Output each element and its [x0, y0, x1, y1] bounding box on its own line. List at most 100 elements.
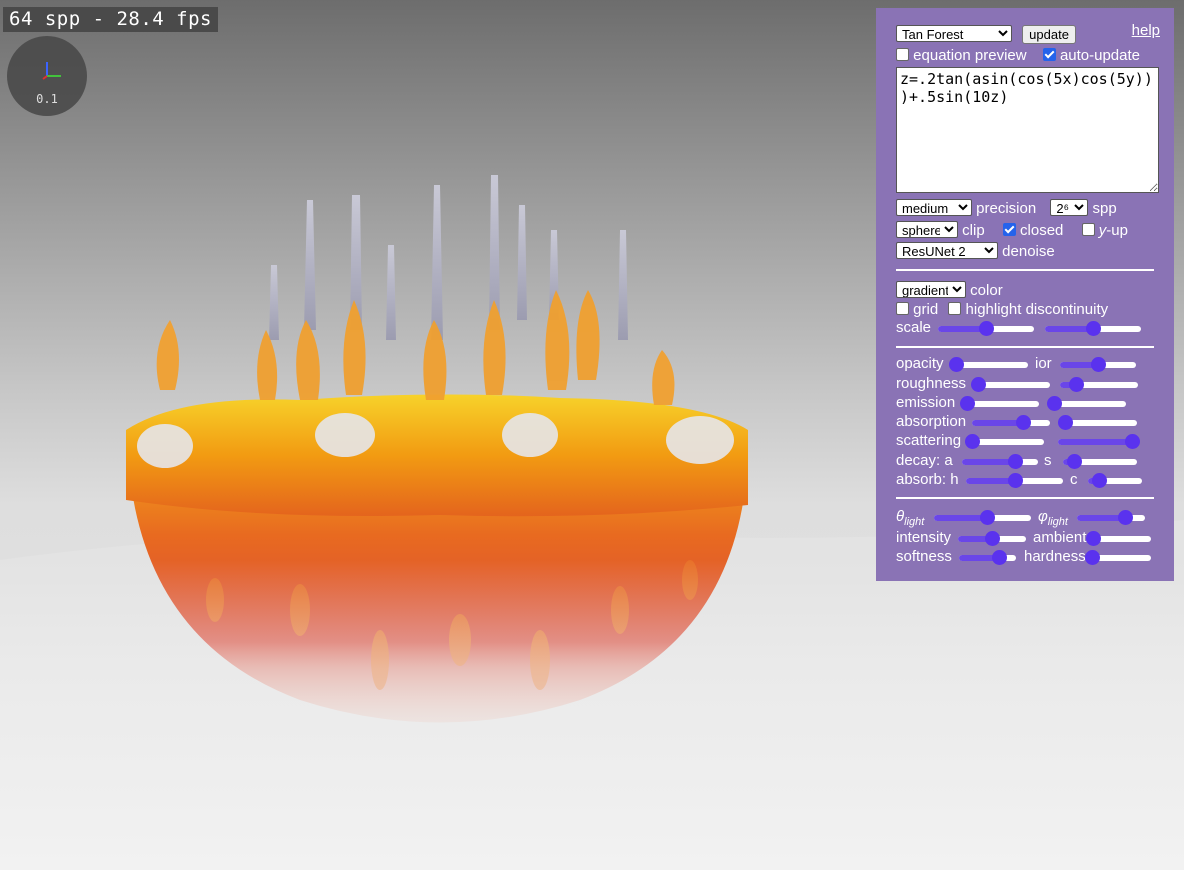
- absorption-slider-2[interactable]: [1058, 415, 1137, 430]
- slider-knob[interactable]: [1085, 550, 1100, 565]
- slider-knob[interactable]: [980, 510, 996, 525]
- absorb-c-label: c: [1070, 471, 1078, 488]
- update-button[interactable]: update: [1022, 25, 1076, 44]
- roughness-label: roughness: [896, 375, 967, 392]
- slider-knob[interactable]: [1058, 415, 1073, 430]
- absorption-slider[interactable]: [972, 415, 1050, 430]
- slider-knob[interactable]: [979, 321, 994, 336]
- slider-knob[interactable]: [1125, 434, 1140, 449]
- ambient-label: ambient: [1033, 529, 1087, 546]
- closed-label: closed: [1020, 222, 1064, 239]
- emission-slider[interactable]: [960, 396, 1039, 411]
- spp-label: spp: [1092, 200, 1117, 217]
- softness-slider[interactable]: [959, 550, 1016, 565]
- slider-knob[interactable]: [985, 531, 1000, 546]
- slider-knob[interactable]: [1047, 396, 1062, 411]
- slider-knob[interactable]: [965, 434, 980, 449]
- auto-update-checkbox[interactable]: [1042, 48, 1056, 61]
- slider-knob[interactable]: [971, 377, 986, 392]
- scattering-label: scattering: [896, 432, 962, 449]
- slider-fill: [934, 515, 988, 521]
- decay-s-slider[interactable]: [1063, 454, 1137, 469]
- roughness-slider-2[interactable]: [1060, 377, 1138, 392]
- theta-light-slider[interactable]: [934, 510, 1031, 525]
- help-link[interactable]: help: [1132, 22, 1160, 39]
- clip-row: sphere clip closed y-up: [896, 221, 1128, 239]
- slider-knob[interactable]: [1068, 377, 1084, 392]
- hardness-slider[interactable]: [1085, 550, 1151, 565]
- slider-fill: [1058, 439, 1132, 445]
- divider: [896, 269, 1154, 271]
- slider-knob[interactable]: [1091, 473, 1107, 488]
- divider: [896, 346, 1154, 348]
- theta-light-label: θlight: [896, 508, 925, 528]
- equation-input[interactable]: [896, 67, 1159, 193]
- slider-knob[interactable]: [949, 357, 964, 372]
- slider-knob[interactable]: [1086, 321, 1101, 336]
- slider-knob[interactable]: [1086, 531, 1101, 546]
- emission-label: emission: [896, 394, 956, 411]
- slider-knob[interactable]: [1091, 357, 1106, 372]
- color-label: color: [970, 282, 1003, 299]
- spp-select[interactable]: 2⁶: [1050, 199, 1089, 216]
- axes-scale-label: 0.1: [36, 92, 58, 106]
- softness-label: softness: [896, 548, 952, 565]
- preset-select[interactable]: Tan Forest: [896, 25, 1012, 42]
- roughness-slider[interactable]: [971, 377, 1050, 392]
- fps-counter: 64 spp - 28.4 fps: [3, 7, 218, 32]
- slider-knob[interactable]: [1015, 415, 1031, 430]
- slider-knob[interactable]: [1067, 454, 1083, 469]
- denoise-label: denoise: [1002, 243, 1055, 260]
- precision-label: precision: [976, 200, 1037, 217]
- intensity-label: intensity: [896, 529, 952, 546]
- closed-checkbox[interactable]: [1002, 223, 1016, 236]
- preset-row: Tan Forest update: [896, 25, 1076, 44]
- grid-checkbox[interactable]: [896, 302, 909, 315]
- intensity-slider[interactable]: [958, 531, 1026, 546]
- scattering-slider-2[interactable]: [1058, 434, 1140, 449]
- absorb-c-slider[interactable]: [1088, 473, 1142, 488]
- hardness-label: hardness: [1024, 548, 1086, 565]
- denoise-row: ResUNet 2 denoise: [896, 242, 1055, 260]
- precision-select[interactable]: medium: [896, 199, 972, 216]
- equation-preview-checkbox[interactable]: [896, 48, 909, 61]
- slider-knob[interactable]: [1117, 510, 1133, 525]
- equation-preview-label: equation preview: [913, 47, 1027, 64]
- y-up-checkbox[interactable]: [1081, 223, 1095, 236]
- slider-knob[interactable]: [960, 396, 975, 411]
- phi-light-slider[interactable]: [1077, 510, 1145, 525]
- opacity-slider[interactable]: [949, 357, 1028, 372]
- absorb-h-label: absorb: h: [896, 471, 959, 488]
- grid-label: grid: [913, 301, 939, 318]
- grid-row: grid highlight discontinuity: [896, 301, 1108, 318]
- ior-slider[interactable]: [1060, 357, 1136, 372]
- decay-a-label: decay: a: [896, 452, 953, 469]
- opacity-label: opacity: [896, 355, 944, 372]
- scale-slider-1[interactable]: [938, 321, 1034, 336]
- absorb-h-slider[interactable]: [966, 473, 1063, 488]
- control-panel: Tan Forest update help equation preview …: [876, 8, 1174, 581]
- clip-select[interactable]: sphere: [896, 221, 958, 238]
- scale-label: scale: [896, 319, 932, 336]
- phi-light-label: φlight: [1038, 508, 1068, 528]
- slider-knob[interactable]: [1008, 454, 1024, 469]
- decay-s-label: s: [1044, 452, 1052, 469]
- denoise-select[interactable]: ResUNet 2: [896, 242, 998, 259]
- color-select[interactable]: gradient: [896, 281, 966, 298]
- precision-row: medium precision 2⁶ spp: [896, 199, 1117, 217]
- preview-row: equation preview auto-update: [896, 47, 1140, 64]
- highlight-discontinuity-checkbox[interactable]: [948, 302, 962, 315]
- auto-update-label: auto-update: [1059, 47, 1141, 64]
- scattering-slider[interactable]: [965, 434, 1044, 449]
- ambient-slider[interactable]: [1086, 531, 1151, 546]
- decay-a-slider[interactable]: [962, 454, 1038, 469]
- y-up-label: y-up: [1098, 222, 1128, 239]
- scale-slider-2[interactable]: [1045, 321, 1141, 336]
- emission-slider-2[interactable]: [1047, 396, 1126, 411]
- divider: [896, 497, 1154, 499]
- slider-knob[interactable]: [991, 550, 1007, 565]
- axes-gizmo[interactable]: 0.1: [7, 36, 87, 116]
- clip-label: clip: [962, 222, 985, 239]
- color-row: gradient color: [896, 281, 1003, 299]
- slider-knob[interactable]: [1007, 473, 1023, 488]
